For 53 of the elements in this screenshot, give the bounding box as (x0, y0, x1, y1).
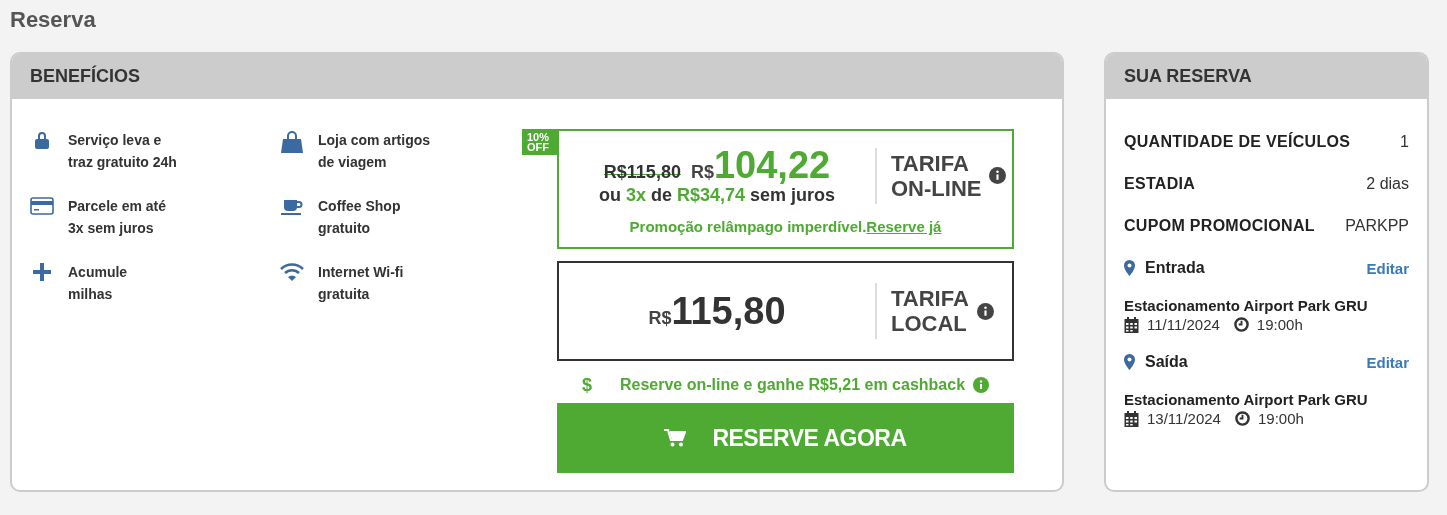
page-title: Reserva (10, 6, 97, 34)
time-text: 19:00h (1257, 410, 1304, 427)
stop-label: Saída (1145, 353, 1188, 371)
discount-badge: 10% OFF (522, 129, 558, 155)
map-pin-icon (1124, 260, 1135, 276)
currency-symbol: R$ (648, 308, 672, 328)
shopping-bag-icon (280, 131, 304, 153)
card-title: SUA RESERVA (1124, 66, 1252, 87)
date-text: 13/11/2024 (1147, 410, 1221, 427)
credit-card-icon (30, 197, 54, 215)
dollar-sign: $ (581, 374, 592, 396)
clock-icon (1234, 411, 1250, 426)
date-text: 11/11/2024 (1147, 316, 1220, 333)
clock-icon (1233, 317, 1249, 332)
benefit-text: Serviço leva e traz gratuito 24h (68, 131, 177, 172)
installment-text: ou 3x de R$34,74 sem juros (598, 185, 836, 206)
summary-label: ESTADIA (1124, 175, 1196, 193)
summary-value: 1 (1400, 133, 1409, 151)
map-pin-icon (1124, 354, 1135, 370)
lock-icon (34, 131, 50, 149)
info-icon[interactable] (976, 302, 994, 320)
promo-text: Promoção relâmpago imperdível.Reserve já (628, 218, 943, 235)
card-title: BENEFÍCIOS (30, 66, 140, 87)
plus-icon (33, 263, 51, 281)
price: 115,80 (671, 291, 786, 331)
parking-name: Estacionamento Airport Park GRU (1124, 391, 1369, 408)
calendar-icon (1124, 410, 1139, 427)
stop-label: Entrada (1145, 259, 1205, 277)
benefit-text: Acumule milhas (68, 263, 128, 304)
benefit-text: Loja com artigos de viagem (318, 131, 431, 172)
reserve-button[interactable]: RESERVE AGORA (557, 403, 1014, 473)
summary-value: 2 dias (1366, 175, 1409, 193)
benefit-text: Parcele em até 3x sem juros (68, 197, 167, 238)
fare-label: TARIFA ON-LINE (891, 150, 982, 201)
cart-icon (664, 429, 687, 447)
summary-label: CUPOM PROMOCIONAL (1124, 217, 1315, 235)
currency-symbol: R$ (690, 162, 714, 182)
cup-icon (281, 197, 303, 215)
calendar-icon (1124, 316, 1139, 333)
edit-link[interactable]: Editar (1366, 353, 1409, 371)
parking-name: Estacionamento Airport Park GRU (1124, 297, 1369, 314)
benefit-text: Coffee Shop gratuito (318, 197, 401, 238)
time-text: 19:00h (1256, 316, 1303, 333)
reserve-link[interactable]: Reserve já (866, 218, 942, 235)
wifi-icon (280, 263, 304, 281)
cashback-text: Reserve on-line e ganhe R$5,21 em cashback (619, 376, 966, 394)
benefit-text: Internet Wi-fi gratuita (318, 263, 404, 304)
fare-label: TARIFA LOCAL (891, 286, 969, 336)
summary-label: QUANTIDADE DE VEÍCULOS (1124, 133, 1351, 151)
price: 104,22 (713, 145, 831, 185)
info-icon[interactable] (989, 167, 1007, 184)
summary-value: PARKPP (1345, 217, 1409, 235)
edit-link[interactable]: Editar (1366, 259, 1409, 277)
